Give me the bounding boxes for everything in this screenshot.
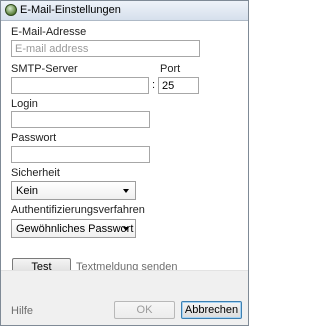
password-label: Passwort bbox=[11, 132, 57, 144]
auth-method-selected-value: Gewöhnliches Passwort bbox=[16, 223, 134, 235]
port-separator: : bbox=[152, 79, 156, 91]
password-field[interactable] bbox=[11, 146, 150, 163]
auth-method-label: Authentifizierungsverfahren bbox=[11, 204, 145, 216]
app-icon bbox=[5, 4, 17, 16]
email-field[interactable] bbox=[11, 40, 200, 57]
window-title: E-Mail-Einstellungen bbox=[20, 4, 121, 16]
chevron-down-icon bbox=[123, 189, 129, 193]
email-settings-dialog: E-Mail-Einstellungen E-Mail-Adresse SMTP… bbox=[0, 0, 249, 326]
title-bar: E-Mail-Einstellungen bbox=[1, 1, 248, 21]
security-selected-value: Kein bbox=[16, 185, 39, 197]
port-label: Port bbox=[160, 63, 181, 75]
auth-method-select[interactable]: Gewöhnliches Passwort bbox=[11, 219, 136, 238]
security-label: Sicherheit bbox=[11, 167, 60, 179]
cancel-button[interactable]: Abbrechen bbox=[181, 301, 242, 319]
security-select[interactable]: Kein bbox=[11, 181, 136, 200]
chevron-down-icon bbox=[123, 227, 129, 231]
login-label: Login bbox=[11, 98, 38, 110]
email-label: E-Mail-Adresse bbox=[11, 26, 87, 38]
ok-button[interactable]: OK bbox=[114, 301, 175, 319]
smtp-server-label: SMTP-Server bbox=[11, 63, 78, 75]
login-field[interactable] bbox=[11, 111, 150, 128]
port-field[interactable] bbox=[158, 77, 199, 94]
smtp-server-field[interactable] bbox=[11, 77, 149, 94]
help-link[interactable]: Hilfe bbox=[11, 305, 33, 317]
